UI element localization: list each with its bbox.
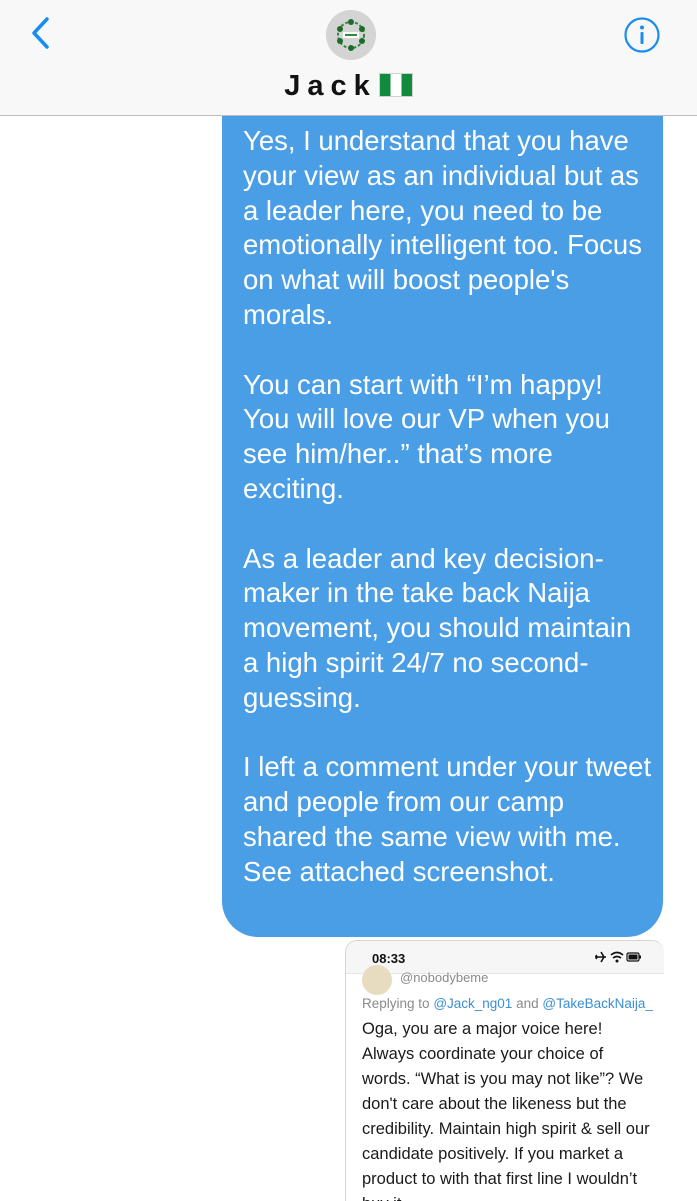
tweet-handle: @nobodybeme xyxy=(400,970,489,985)
contact-name-row[interactable]: Jack xyxy=(0,70,697,103)
wifi-icon xyxy=(610,951,624,959)
status-time: 08:33 xyxy=(372,951,406,966)
info-button[interactable] xyxy=(623,16,661,54)
conversation-header: Jack xyxy=(0,0,697,116)
replying-prefix: Replying to xyxy=(362,996,430,1011)
contact-name: Jack xyxy=(284,70,377,102)
mention-link[interactable]: @TakeBackNaija_ xyxy=(542,996,653,1011)
info-icon xyxy=(624,17,660,53)
attached-screenshot[interactable]: 08:33 @nobodybeme Replying to @Jack_ng01… xyxy=(345,940,664,1201)
mention-link[interactable]: @Jack_ng01 xyxy=(433,996,512,1011)
contact-avatar[interactable] xyxy=(326,10,376,60)
back-button[interactable] xyxy=(22,12,62,56)
airplane-icon xyxy=(595,951,606,963)
group-logo-icon xyxy=(326,10,376,60)
replying-to-line: Replying to @Jack_ng01 and @TakeBackNaij… xyxy=(362,996,653,1011)
message-text: Yes, I understand that you have your vie… xyxy=(243,125,652,887)
tweet-avatar xyxy=(362,965,392,995)
status-icons xyxy=(595,951,641,963)
nigeria-flag-icon xyxy=(378,73,413,97)
replying-and: and xyxy=(516,996,539,1011)
chevron-left-icon xyxy=(32,17,49,49)
attachment-status-bar: 08:33 xyxy=(346,941,664,974)
tweet-body: Oga, you are a major voice here! Always … xyxy=(362,1020,650,1201)
